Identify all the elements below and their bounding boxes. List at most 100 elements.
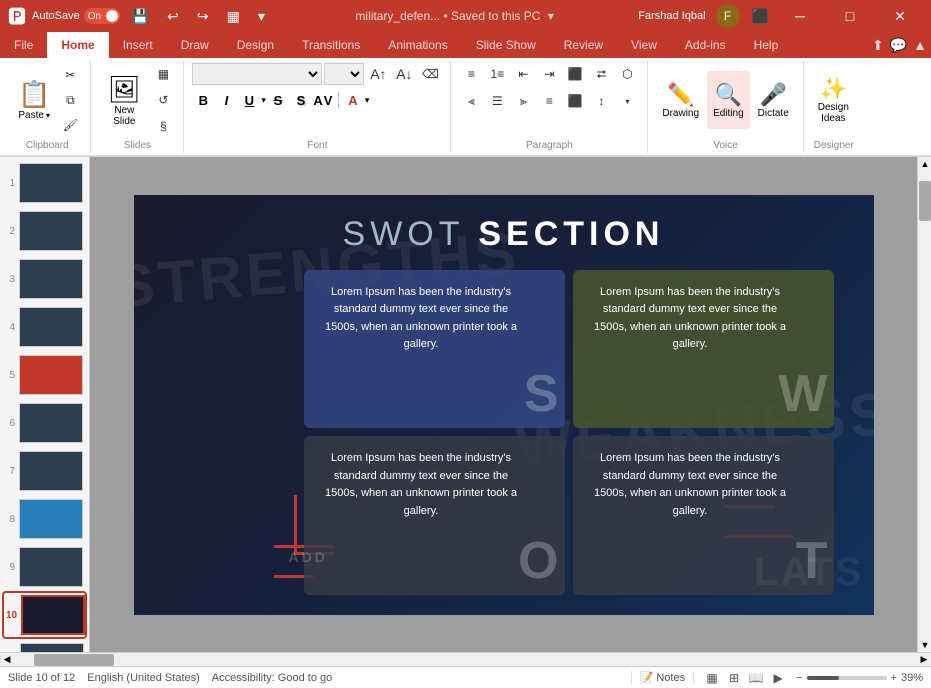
slide-canvas[interactable]: STRENGTHS WEAKNESS SWOT SECTION Lorem Ip… (134, 195, 874, 615)
tab-file[interactable]: File (0, 32, 47, 58)
tab-addins[interactable]: Add-ins (671, 32, 740, 58)
tab-draw[interactable]: Draw (167, 32, 223, 58)
zoom-slider[interactable] (807, 676, 887, 680)
notes-button[interactable]: 📝 Notes (631, 671, 694, 684)
ribbon-display-button[interactable]: ⬛ (752, 8, 769, 25)
slide-9[interactable]: 9 (4, 545, 85, 589)
vertical-scrollbar[interactable]: ▲ ▼ (917, 157, 931, 652)
slide-4[interactable]: 4 (4, 305, 85, 349)
undo-button[interactable]: ↩ (161, 6, 185, 27)
h-scroll-track[interactable] (14, 653, 917, 666)
slide-8[interactable]: 8 (4, 497, 85, 541)
scroll-left-button[interactable]: ◀ (0, 653, 14, 667)
dictate-button[interactable]: 🎤 Dictate (752, 71, 795, 129)
justify-button[interactable]: ≡ (537, 89, 561, 113)
font-color-button[interactable]: A (342, 89, 364, 111)
paste-button[interactable]: 📋 Paste ▾ (12, 77, 56, 123)
design-ideas-button[interactable]: ✨ Design Ideas (812, 71, 855, 129)
tab-view[interactable]: View (617, 32, 671, 58)
autosave-toggle[interactable]: On (84, 8, 120, 24)
normal-view-button[interactable]: ▦ (702, 669, 722, 687)
italic-button[interactable]: I (215, 89, 237, 111)
reset-slide-button[interactable]: ↺ (151, 88, 175, 112)
slide-10[interactable]: 10 (4, 593, 85, 637)
scroll-right-button[interactable]: ▶ (917, 653, 931, 667)
zoom-in-button[interactable]: + (891, 672, 897, 684)
presentation-button[interactable]: ▦ (221, 6, 246, 27)
copy-button[interactable]: ⧉ (58, 88, 82, 112)
minimize-button[interactable]: ─ (777, 0, 823, 32)
paste-dropdown[interactable]: ▾ (46, 111, 50, 120)
tab-slideshow[interactable]: Slide Show (462, 32, 550, 58)
bullets-button[interactable]: ≡ (459, 62, 483, 86)
reading-view-button[interactable]: 📖 (746, 669, 766, 687)
tab-design[interactable]: Design (223, 32, 288, 58)
scroll-track[interactable] (918, 171, 931, 638)
slide-6[interactable]: 6 (4, 401, 85, 445)
bold-button[interactable]: B (192, 89, 214, 111)
h-scroll-thumb[interactable] (34, 654, 114, 666)
cut-button[interactable]: ✂ (58, 63, 82, 87)
drawing-button[interactable]: ✏️ Drawing (656, 71, 705, 129)
slide-11[interactable]: 11 (4, 641, 85, 652)
slide-7[interactable]: 7 (4, 449, 85, 493)
slide-5[interactable]: 5 (4, 353, 85, 397)
comments-button[interactable]: 💬 (890, 37, 907, 54)
slide-layout-button[interactable]: ▦ (151, 62, 175, 86)
scroll-up-button[interactable]: ▲ (918, 157, 931, 171)
columns-button[interactable]: ⬛ (563, 62, 587, 86)
underline-button[interactable]: U (238, 89, 260, 111)
line-spacing-button[interactable]: ↕ (589, 89, 613, 113)
ribbon-collapse-button[interactable]: ▲ (913, 37, 927, 53)
tab-transitions[interactable]: Transitions (288, 32, 374, 58)
tab-animations[interactable]: Animations (374, 32, 461, 58)
save-button[interactable]: 💾 (126, 6, 155, 27)
align-right-button[interactable]: ⫸ (511, 89, 535, 113)
align-center-button[interactable]: ☰ (485, 89, 509, 113)
autosave-control[interactable]: AutoSave On (32, 8, 120, 24)
increase-indent-button[interactable]: ⇥ (537, 62, 561, 86)
close-button[interactable]: ✕ (877, 0, 923, 32)
text-direction-button[interactable]: ⮂ (589, 62, 613, 86)
zoom-out-button[interactable]: − (796, 672, 802, 684)
font-size-select[interactable] (324, 63, 364, 85)
tab-home[interactable]: Home (47, 32, 108, 58)
editing-button[interactable]: 🔍 Editing (707, 71, 750, 129)
char-spacing-button[interactable]: AV (313, 89, 335, 111)
slide-2[interactable]: 2 (4, 209, 85, 253)
new-slide-button[interactable]: 🖼 New Slide (99, 71, 149, 129)
convert-smartart-button[interactable]: ⬡ (615, 62, 639, 86)
shadow-button[interactable]: S (290, 89, 312, 111)
paragraph-dropdown[interactable]: ▾ (615, 89, 639, 113)
align-left-button[interactable]: ⫷ (459, 89, 483, 113)
redo-button[interactable]: ↪ (191, 6, 215, 27)
slide-3[interactable]: 3 (4, 257, 85, 301)
scroll-thumb[interactable] (919, 181, 931, 221)
slides-ribbon-group: 🖼 New Slide ▦ ↺ § Slides (91, 60, 184, 153)
drawing-icon: ✏️ (667, 82, 694, 108)
tab-review[interactable]: Review (550, 32, 617, 58)
horizontal-scrollbar[interactable]: ◀ ▶ (0, 652, 931, 666)
section-button[interactable]: § (151, 114, 175, 138)
decrease-font-size-button[interactable]: A↓ (392, 62, 416, 86)
maximize-button[interactable]: □ (827, 0, 873, 32)
tab-insert[interactable]: Insert (109, 32, 167, 58)
font-color-dropdown[interactable]: ▾ (365, 95, 370, 106)
align-text-button[interactable]: ⬛ (563, 89, 587, 113)
format-painter-button[interactable]: 🖌 (58, 113, 82, 137)
slide-sorter-button[interactable]: ⊞ (724, 669, 744, 687)
numbering-button[interactable]: 1≡ (485, 62, 509, 86)
tab-help[interactable]: Help (740, 32, 793, 58)
paragraph-group: ≡ 1≡ ⇤ ⇥ ⬛ ⮂ ⬡ ⫷ ☰ ⫸ ≡ ⬛ ↕ ▾ P (451, 60, 648, 153)
slide-1[interactable]: 1 (4, 161, 85, 205)
share-button[interactable]: ⬆ (872, 37, 884, 54)
decrease-indent-button[interactable]: ⇤ (511, 62, 535, 86)
clear-format-button[interactable]: ⌫ (418, 62, 442, 86)
slideshow-view-button[interactable]: ▶ (768, 669, 788, 687)
underline-dropdown[interactable]: ▾ (261, 95, 266, 106)
quick-access-dropdown[interactable]: ▾ (252, 6, 271, 27)
font-name-select[interactable] (192, 63, 322, 85)
increase-font-size-button[interactable]: A↑ (366, 62, 390, 86)
scroll-down-button[interactable]: ▼ (918, 638, 931, 652)
strikethrough-button[interactable]: S (267, 89, 289, 111)
